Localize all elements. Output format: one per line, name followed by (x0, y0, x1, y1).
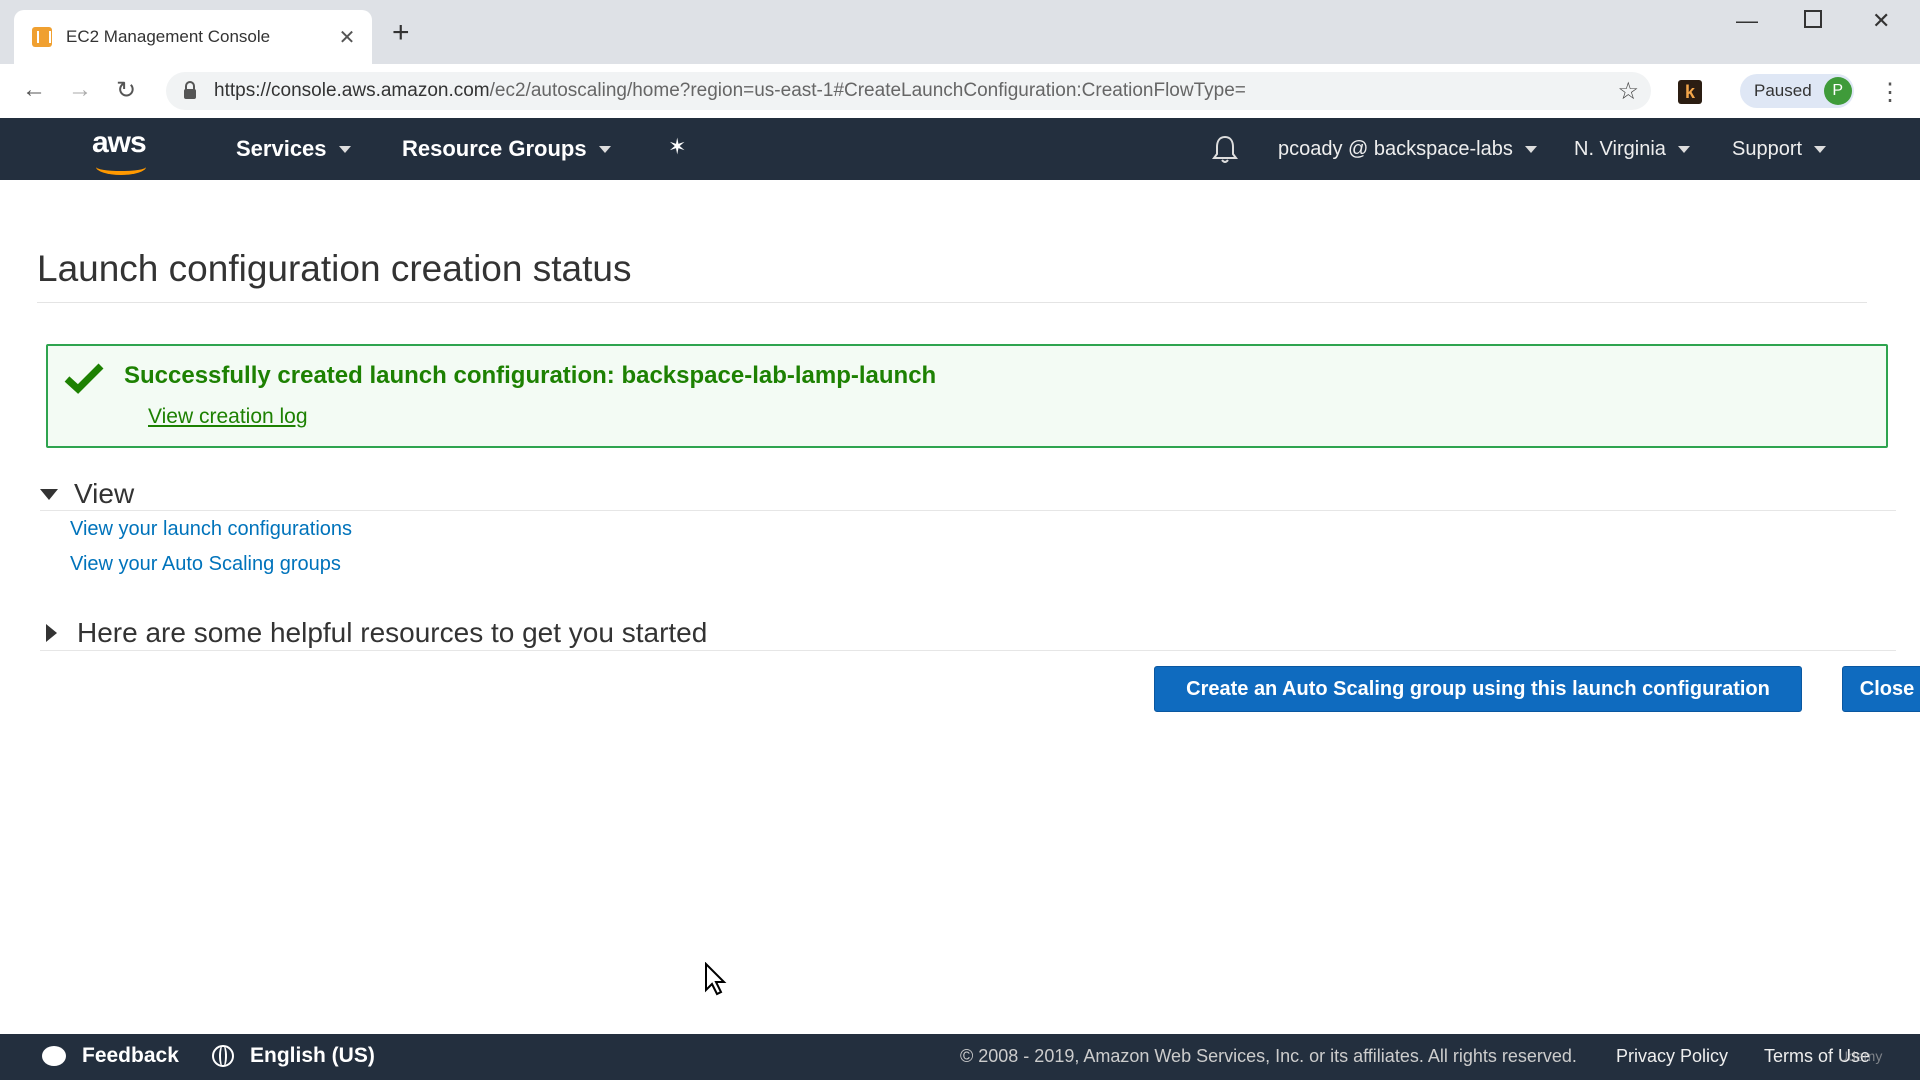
maximize-icon[interactable] (1804, 10, 1822, 28)
view-section-toggle[interactable]: View (40, 478, 134, 510)
success-banner: Successfully created launch configuratio… (46, 344, 1888, 448)
url-text: https://console.aws.amazon.com/ec2/autos… (214, 80, 1246, 102)
copyright-text: © 2008 - 2019, Amazon Web Services, Inc.… (960, 1046, 1577, 1066)
chevron-down-icon (1677, 146, 1690, 153)
aws-footer: Feedback English (US) © 2008 - 2019, Ama… (0, 1034, 1920, 1080)
resource-groups-menu[interactable]: Resource Groups (402, 136, 611, 162)
resources-section-title: Here are some helpful resources to get y… (77, 617, 708, 648)
url-path: /ec2/autoscaling/home?region=us-east-1#C… (489, 80, 1246, 101)
view-launch-configurations-link[interactable]: View your launch configurations (70, 518, 352, 541)
aws-favicon-icon (32, 27, 52, 47)
check-icon (64, 363, 104, 394)
globe-icon (212, 1045, 234, 1067)
services-menu[interactable]: Services (236, 136, 351, 162)
success-message: Successfully created launch configuratio… (124, 362, 937, 389)
caret-right-icon (46, 624, 57, 642)
create-auto-scaling-group-button[interactable]: Create an Auto Scaling group using this … (1154, 666, 1802, 712)
close-button[interactable]: Close (1842, 666, 1920, 712)
aws-logo-text: aws (92, 126, 147, 159)
profile-status: Paused (1754, 81, 1812, 100)
mouse-cursor-icon (705, 962, 727, 996)
region-label: N. Virginia (1574, 138, 1666, 160)
chevron-down-icon (338, 145, 351, 153)
services-label: Services (236, 136, 327, 161)
profile-button[interactable]: Paused P (1740, 74, 1854, 108)
section-divider (40, 650, 1896, 651)
close-tab-icon[interactable]: ✕ (332, 25, 362, 50)
lock-icon (184, 81, 196, 99)
resources-section-toggle[interactable]: Here are some helpful resources to get y… (40, 617, 707, 649)
extension-icon[interactable]: k (1678, 80, 1702, 104)
speech-bubble-icon (42, 1046, 66, 1066)
region-menu[interactable]: N. Virginia (1574, 138, 1690, 161)
forward-icon[interactable]: → (68, 76, 92, 104)
bookmark-star-icon[interactable]: ☆ (1617, 77, 1639, 106)
account-menu[interactable]: pcoady @ backspace-labs (1278, 138, 1537, 161)
tab-title: EC2 Management Console (66, 27, 271, 46)
title-divider (37, 302, 1867, 303)
avatar: P (1823, 77, 1852, 105)
aws-logo[interactable]: aws (92, 126, 154, 175)
udemy-watermark: Udemy (1838, 1048, 1883, 1064)
pin-icon[interactable]: ✶ (668, 134, 686, 160)
address-bar[interactable]: https://console.aws.amazon.com/ec2/autos… (166, 72, 1651, 110)
minimize-icon[interactable]: — (1736, 8, 1758, 34)
support-menu[interactable]: Support (1732, 138, 1827, 161)
browser-toolbar: ← → ↻ https://console.aws.amazon.com/ec2… (0, 64, 1920, 119)
browser-menu-icon[interactable]: ⋮ (1878, 78, 1902, 107)
section-divider (40, 510, 1896, 511)
privacy-policy-link[interactable]: Privacy Policy (1616, 1046, 1728, 1067)
window-close-icon[interactable]: ✕ (1872, 8, 1890, 34)
reload-icon[interactable]: ↻ (116, 76, 136, 105)
support-label: Support (1732, 138, 1803, 160)
browser-tab-bar: EC2 Management Console ✕ + — ✕ (0, 0, 1920, 64)
account-label: pcoady @ backspace-labs (1278, 138, 1513, 160)
aws-top-nav: aws Services Resource Groups ✶ pcoady @ … (0, 118, 1920, 180)
language-selector[interactable]: English (US) (212, 1044, 375, 1068)
chevron-down-icon (1814, 146, 1827, 153)
bell-icon[interactable] (1212, 134, 1238, 164)
view-creation-log-link[interactable]: View creation log (148, 405, 308, 429)
page-title: Launch configuration creation status (37, 248, 632, 289)
new-tab-button[interactable]: + (392, 18, 410, 48)
browser-tab[interactable]: EC2 Management Console ✕ (14, 10, 372, 64)
view-section-title: View (74, 478, 135, 509)
aws-smile-icon (96, 159, 146, 175)
view-auto-scaling-groups-link[interactable]: View your Auto Scaling groups (70, 553, 341, 576)
url-host: https://console.aws.amazon.com (214, 80, 490, 101)
back-icon[interactable]: ← (22, 76, 46, 104)
feedback-label: Feedback (82, 1044, 179, 1067)
feedback-button[interactable]: Feedback (42, 1044, 179, 1068)
chevron-down-icon (598, 145, 611, 153)
language-label: English (US) (250, 1044, 375, 1067)
chevron-down-icon (1524, 146, 1537, 153)
resource-groups-label: Resource Groups (402, 136, 587, 161)
caret-down-icon (40, 488, 58, 500)
